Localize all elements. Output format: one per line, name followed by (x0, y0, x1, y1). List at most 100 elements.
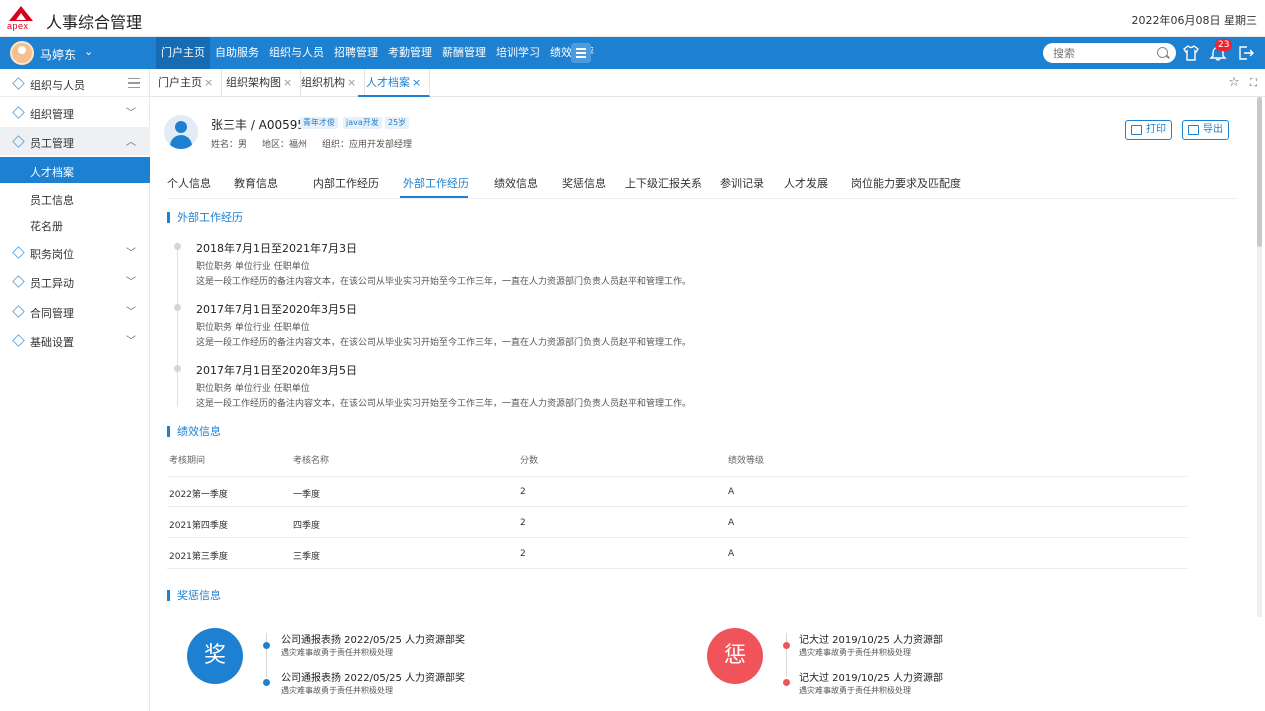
sidebar-item-label: 合同管理 (30, 307, 74, 320)
sidebar-item-positions[interactable]: 职务岗位 ﹀ (0, 238, 150, 266)
table-header-row: 考核期间 考核名称 分数 绩效等级 (167, 447, 1187, 477)
subtab-personal[interactable]: 个人信息 (167, 175, 211, 191)
tab-tools: ☆ ⛶ (1228, 75, 1257, 90)
chevron-down-icon[interactable]: ⌄ (84, 45, 93, 58)
timeline-line (177, 242, 178, 407)
table-cell: 三季度 (293, 552, 321, 562)
close-icon[interactable]: × (347, 76, 356, 89)
timeline-dot (263, 679, 270, 686)
scrollbar-thumb[interactable] (1257, 97, 1262, 247)
section-title-performance: 绩效信息 (167, 426, 221, 437)
subtab-development[interactable]: 人才发展 (784, 175, 828, 191)
profile-tag: java开发 (343, 117, 382, 129)
subtab-competency[interactable]: 岗位能力要求及匹配度 (851, 175, 961, 191)
search-input[interactable] (1053, 45, 1153, 61)
nav-item-portal[interactable]: 门户主页 (156, 37, 210, 69)
nav-item-recruit[interactable]: 招聘管理 (329, 37, 383, 69)
layers-icon (12, 107, 25, 116)
reward-desc: 遇灾难事故勇于责任并积极处理 (281, 686, 393, 695)
tab-portal[interactable]: 门户主页 × (150, 69, 223, 97)
print-button[interactable]: 打印 (1125, 120, 1172, 140)
table-cell: 2021第三季度 (169, 552, 228, 562)
sidebar-item-label: 花名册 (30, 220, 63, 233)
close-icon[interactable]: × (283, 76, 292, 89)
subtab-training[interactable]: 参训记录 (720, 175, 764, 191)
sidebar-item-transfer[interactable]: 员工异动 ﹀ (0, 267, 150, 295)
close-icon[interactable]: × (412, 76, 421, 89)
nav-menu: 门户主页 自助服务 组织与人员 招聘管理 考勤管理 薪酬管理 培训学习 绩效考评 (156, 37, 599, 69)
timeline-date: 2017年7月1日至2020年3月5日 (196, 364, 357, 377)
user-avatar[interactable] (10, 41, 34, 65)
shirt-icon[interactable] (1182, 45, 1200, 61)
sidebar-item-label: 员工异动 (30, 277, 74, 290)
sidebar: 组织与人员 组织管理 ﹀ 员工管理 ︿ 人才档案 员工信息 花名册 职务岗位 ﹀… (0, 69, 150, 711)
search-box[interactable] (1043, 43, 1176, 63)
subtab-internal-work[interactable]: 内部工作经历 (313, 175, 379, 191)
table-row[interactable]: 2021第四季度 四季度 2 A (167, 508, 1187, 538)
notification-badge: 23 (1215, 39, 1233, 51)
table-cell: A (728, 549, 735, 559)
table-row[interactable]: 2022第一季度 一季度 2 A (167, 477, 1187, 507)
timeline-meta: 职位职务 单位行业 任职单位 (196, 323, 310, 333)
nav-item-org-people[interactable]: 组织与人员 (264, 37, 329, 69)
reward-title: 公司通报表扬 2022/05/25 人力资源部奖 (281, 635, 465, 646)
nav-item-salary[interactable]: 薪酬管理 (437, 37, 491, 69)
table-cell: 2 (520, 549, 526, 559)
layers-icon (12, 306, 25, 315)
timeline-desc: 这是一段工作经历的备注内容文本，在该公司从毕业实习开始至今工作三年，一直在人力资… (196, 338, 692, 348)
subtab-external-work[interactable]: 外部工作经历 (403, 175, 469, 191)
table-header-cell: 绩效等级 (728, 456, 765, 466)
profile-gender: 姓名：男 (211, 140, 248, 150)
sidebar-item-talent-file[interactable]: 人才档案 (0, 157, 150, 183)
sidebar-item-roster[interactable]: 花名册 (0, 211, 150, 237)
layers-icon (12, 78, 25, 87)
tab-talent-file[interactable]: 人才档案 × (358, 69, 431, 97)
logout-icon[interactable] (1237, 45, 1255, 61)
tab-org-structure[interactable]: 组织机构 × (293, 69, 366, 97)
main-nav: 马婷东 ⌄ 门户主页 自助服务 组织与人员 招聘管理 考勤管理 薪酬管理 培训学… (0, 37, 1265, 69)
divider (167, 198, 1237, 199)
tab-org-chart[interactable]: 组织架构图 × (218, 69, 302, 97)
main-content: 张三丰 / A00595 青年才俊 java开发 25岁 姓名：男 地区：福州 … (150, 97, 1256, 711)
export-button[interactable]: 导出 (1182, 120, 1229, 140)
punish-desc: 遇灾难事故勇于责任并积极处理 (799, 648, 911, 657)
nav-item-self-service[interactable]: 自助服务 (210, 37, 264, 69)
sidebar-item-contracts[interactable]: 合同管理 ﹀ (0, 297, 150, 325)
menu-icon[interactable] (571, 43, 591, 63)
subtab-awards[interactable]: 奖惩信息 (562, 175, 606, 191)
sidebar-item-label: 人才档案 (30, 166, 74, 179)
search-icon[interactable] (1157, 47, 1168, 58)
layers-icon (12, 276, 25, 285)
layers-icon (12, 136, 25, 145)
profile-avatar (164, 115, 198, 149)
reward-desc: 遇灾难事故勇于责任并积极处理 (281, 648, 393, 657)
table-row[interactable]: 2021第三季度 三季度 2 A (167, 539, 1187, 569)
nav-item-training[interactable]: 培训学习 (491, 37, 545, 69)
sidebar-item-label: 员工信息 (30, 194, 74, 207)
sidebar-item-employee-info[interactable]: 员工信息 (0, 185, 150, 211)
scrollbar[interactable] (1257, 97, 1262, 617)
sidebar-item-label: 员工管理 (30, 137, 74, 150)
user-name[interactable]: 马婷东 (40, 46, 76, 63)
subtab-reporting[interactable]: 上下级汇报关系 (625, 175, 702, 191)
star-icon[interactable]: ☆ (1228, 75, 1240, 90)
subtab-education[interactable]: 教育信息 (234, 175, 278, 191)
table-cell: 2 (520, 518, 526, 528)
sidebar-item-label: 职务岗位 (30, 248, 74, 261)
sidebar-item-employee-manage[interactable]: 员工管理 ︿ (0, 127, 150, 155)
sidebar-item-settings[interactable]: 基础设置 ﹀ (0, 326, 150, 354)
apex-logo[interactable]: apex (6, 6, 36, 32)
table-header-cell: 分数 (520, 456, 539, 466)
subtab-performance[interactable]: 绩效信息 (494, 175, 538, 191)
table-cell: 四季度 (293, 521, 321, 531)
profile-name: 张三丰 / A00595 (211, 118, 306, 132)
nav-item-attendance[interactable]: 考勤管理 (383, 37, 437, 69)
table-cell: A (728, 518, 735, 528)
reward-title: 公司通报表扬 2022/05/25 人力资源部奖 (281, 673, 465, 684)
collapse-icon[interactable] (128, 78, 140, 88)
close-icon[interactable]: × (204, 76, 213, 89)
sidebar-item-org-manage[interactable]: 组织管理 ﹀ (0, 98, 150, 126)
section-title-awards: 奖惩信息 (167, 590, 221, 601)
fullscreen-icon[interactable]: ⛶ (1250, 78, 1257, 89)
layers-icon (12, 247, 25, 256)
